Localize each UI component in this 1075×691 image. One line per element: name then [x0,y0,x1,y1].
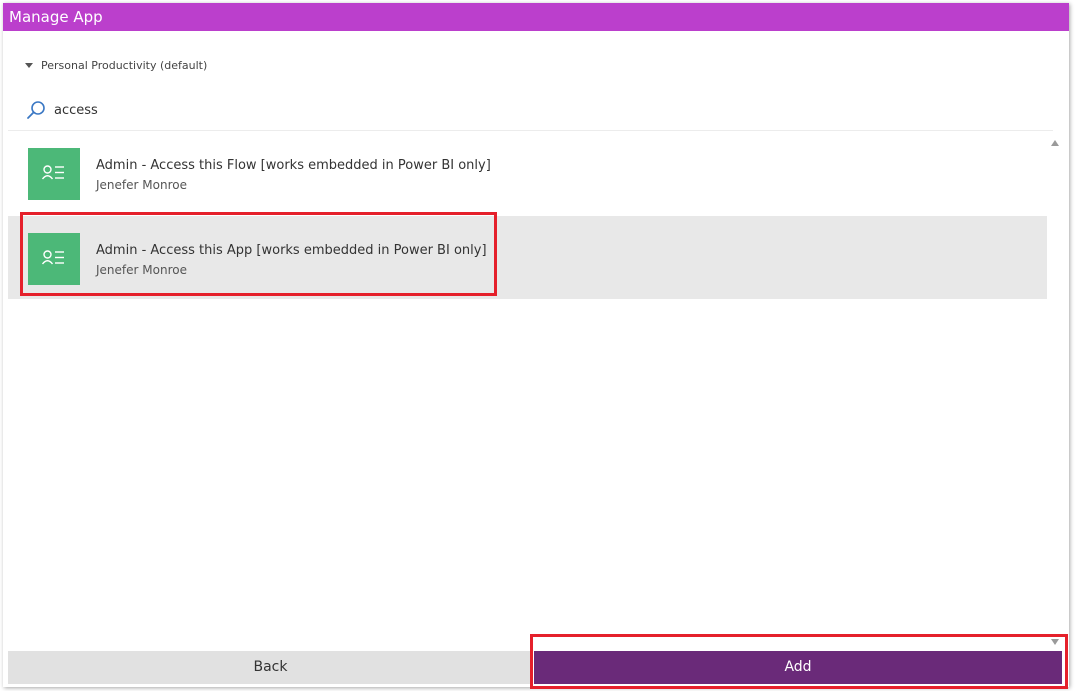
app-title: Admin - Access this Flow [works embedded… [96,158,491,173]
vertical-scrollbar[interactable] [1047,131,1064,651]
app-icon [28,148,80,200]
search-box[interactable]: access [25,98,98,122]
list-item[interactable]: Admin - Access this Flow [works embedded… [8,131,1047,214]
highlight-box-add-button [530,634,1068,689]
dialog-title: Manage App [3,3,1069,31]
app-owner: Jenefer Monroe [96,178,187,192]
highlight-box-selected-app [20,212,497,296]
scroll-up-icon[interactable] [1051,140,1059,146]
search-input[interactable]: access [54,103,98,118]
results-list: Admin - Access this Flow [works embedded… [8,131,1047,631]
back-button[interactable]: Back [8,651,533,684]
search-icon [27,101,45,119]
caret-down-icon[interactable] [25,63,33,68]
environment-label: Personal Productivity (default) [41,59,208,72]
user-list-icon [41,165,64,180]
environment-selector[interactable]: Personal Productivity (default) [25,59,207,72]
manage-app-dialog: Manage App Personal Productivity (defaul… [3,3,1069,687]
